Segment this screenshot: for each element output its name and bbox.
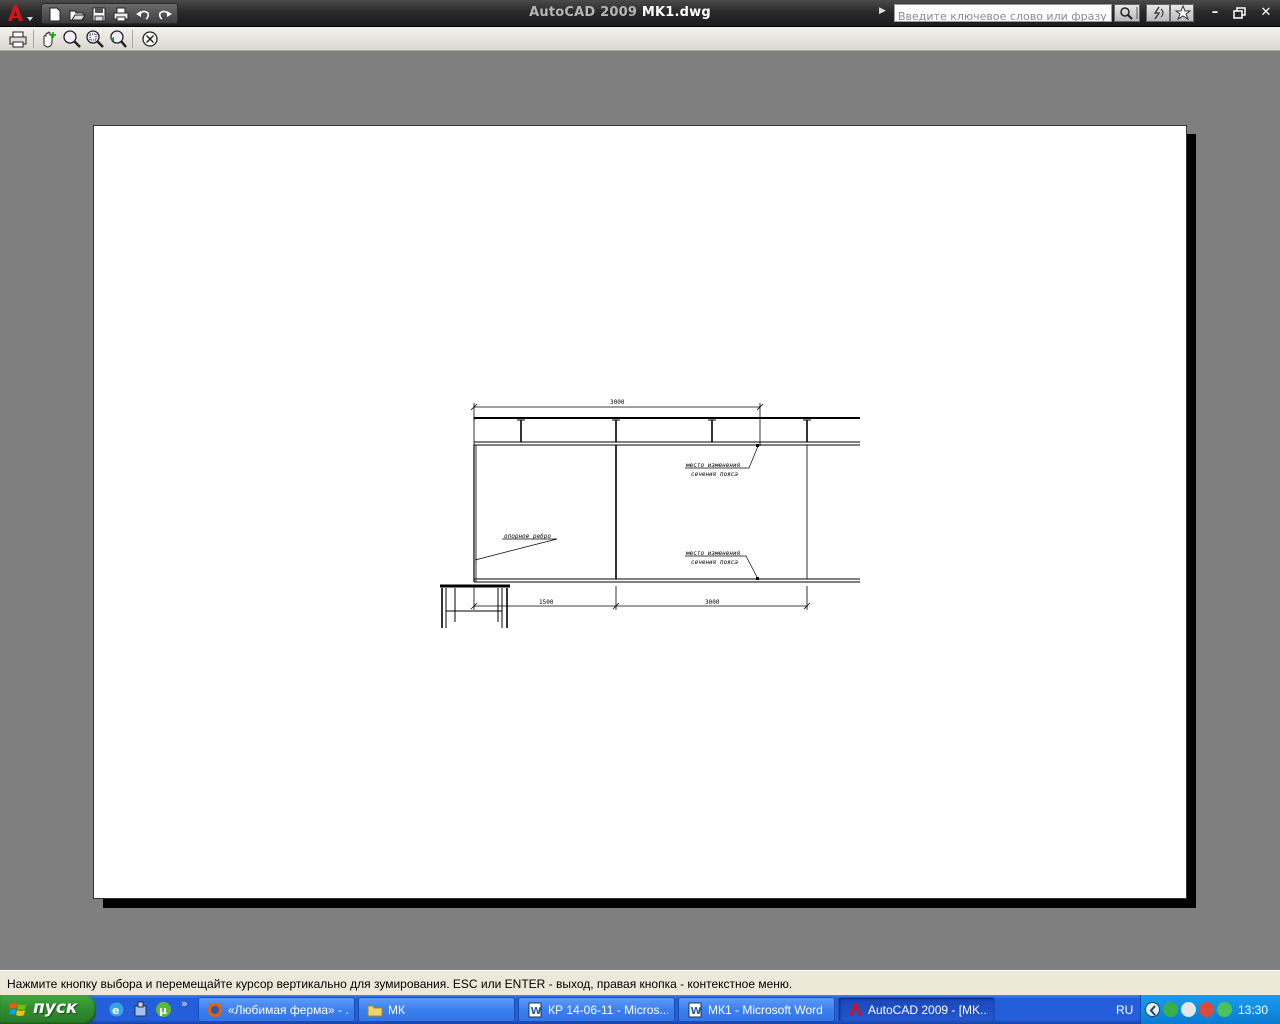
taskbar-item-label: AutoCAD 2009 - [MK... <box>868 1003 988 1017</box>
svg-text:e: e <box>112 1004 119 1017</box>
command-line[interactable]: Нажмите кнопку выбора и перемещайте курс… <box>0 970 1280 995</box>
pan-icon[interactable] <box>38 29 58 49</box>
windows-taskbar: пуск e µ » «Любимая ферма» - ... МК W КР… <box>0 995 1280 1024</box>
minimize-icon[interactable]: – <box>1206 5 1224 21</box>
tray-security-icon[interactable] <box>1181 1002 1196 1017</box>
dimension-bottom-left-label: 1500 <box>539 599 554 606</box>
search-expand-icon[interactable]: ▶ <box>879 6 886 16</box>
taskbar-item-firefox[interactable]: «Любимая ферма» - ... <box>198 997 355 1022</box>
ie-icon[interactable]: e <box>108 1001 125 1018</box>
support-column <box>440 584 510 628</box>
title-bar: AutoCAD 2009 MK1.dwg ▶ – ✕ <box>0 0 1280 27</box>
taskbar-item-word-mk1[interactable]: W МК1 - Microsoft Word <box>678 997 835 1022</box>
windows-flag-icon <box>9 1003 26 1016</box>
folder-icon <box>367 1005 383 1017</box>
taskbar-item-label: МК1 - Microsoft Word <box>708 1003 823 1017</box>
star-icon <box>1174 4 1192 21</box>
zoom-previous-icon[interactable] <box>108 29 128 49</box>
communication-center-button[interactable] <box>1146 4 1170 22</box>
tray-network-icon[interactable] <box>1163 1002 1178 1017</box>
zoom-window-icon[interactable] <box>85 29 105 49</box>
search-input[interactable] <box>895 8 1111 25</box>
note-top-line2: сечения пояса <box>691 471 738 478</box>
autocad-icon <box>849 1004 862 1016</box>
dimension-top <box>470 403 764 446</box>
taskbar-item-folder[interactable]: МК <box>358 997 515 1022</box>
taskbar-item-autocad[interactable]: AutoCAD 2009 - [MK... <box>838 997 995 1022</box>
close-preview-icon[interactable] <box>140 29 160 49</box>
app-title: AutoCAD 2009 <box>529 5 638 20</box>
tray-expand-icon[interactable] <box>1145 1002 1160 1017</box>
dimension-bottom-right-label: 3000 <box>705 599 720 606</box>
firefox-icon <box>208 1003 222 1017</box>
search-icon <box>1120 7 1138 20</box>
note-support-rib: опорное ребро <box>504 533 551 540</box>
plot-icon[interactable] <box>8 29 28 49</box>
document-title: MK1.dwg <box>641 5 711 20</box>
note-bottom-line1: место изменения <box>685 550 741 557</box>
favorites-button[interactable] <box>1170 4 1194 22</box>
language-indicator[interactable]: RU <box>1116 1003 1133 1017</box>
toolbar-divider <box>132 30 133 48</box>
svg-text:W: W <box>531 1006 542 1017</box>
web-stiffeners <box>473 445 808 582</box>
zoom-realtime-icon[interactable] <box>62 29 82 49</box>
lower-chord <box>474 578 860 583</box>
svg-text:µ: µ <box>159 1004 167 1017</box>
communication-center-icon <box>1153 6 1164 20</box>
upper-chord <box>473 417 860 446</box>
taskbar-item-word-kr[interactable]: W КР 14-06-11 - Micros... <box>518 997 675 1022</box>
quick-launch-more-icon[interactable]: » <box>181 997 188 1010</box>
drawing-canvas: 3000 место изменения сечения пояса опорн… <box>440 399 860 628</box>
purlins <box>517 419 811 443</box>
toolbar-divider <box>33 30 34 48</box>
start-button[interactable]: пуск <box>0 995 96 1024</box>
infocenter-search[interactable] <box>894 4 1112 25</box>
search-button[interactable] <box>1114 4 1140 22</box>
svg-text:W: W <box>691 1006 702 1017</box>
tray-utility-icon[interactable] <box>1199 1002 1214 1017</box>
start-label: пуск <box>33 998 78 1018</box>
preview-toolbar <box>0 27 1280 51</box>
dimension-top-label: 3000 <box>610 399 625 406</box>
taskbar-item-label: КР 14-06-11 - Micros... <box>548 1003 668 1017</box>
plot-preview-area[interactable]: 3000 место изменения сечения пояса опорн… <box>0 52 1280 970</box>
note-top-line1: место изменения <box>685 462 741 469</box>
restore-icon[interactable] <box>1231 5 1249 21</box>
dimension-bottom <box>470 586 811 610</box>
word-icon: W <box>688 1002 702 1018</box>
taskbar-item-label: МК <box>388 1003 405 1017</box>
utorrent-icon[interactable]: µ <box>155 1001 172 1018</box>
clock[interactable]: 13:30 <box>1238 1003 1268 1017</box>
leader-point <box>756 444 759 447</box>
paper-sheet[interactable]: 3000 место изменения сечения пояса опорн… <box>93 125 1187 899</box>
tray-messenger-icon[interactable] <box>1217 1002 1232 1017</box>
leader-point <box>756 577 759 580</box>
note-bottom-line2: сечения пояса <box>691 559 738 566</box>
close-icon[interactable]: ✕ <box>1257 5 1275 21</box>
utility-icon[interactable] <box>132 1001 149 1018</box>
taskbar-item-label: «Любимая ферма» - ... <box>228 1003 348 1017</box>
command-prompt-text: Нажмите кнопку выбора и перемещайте курс… <box>7 977 793 991</box>
word-icon: W <box>528 1002 542 1018</box>
